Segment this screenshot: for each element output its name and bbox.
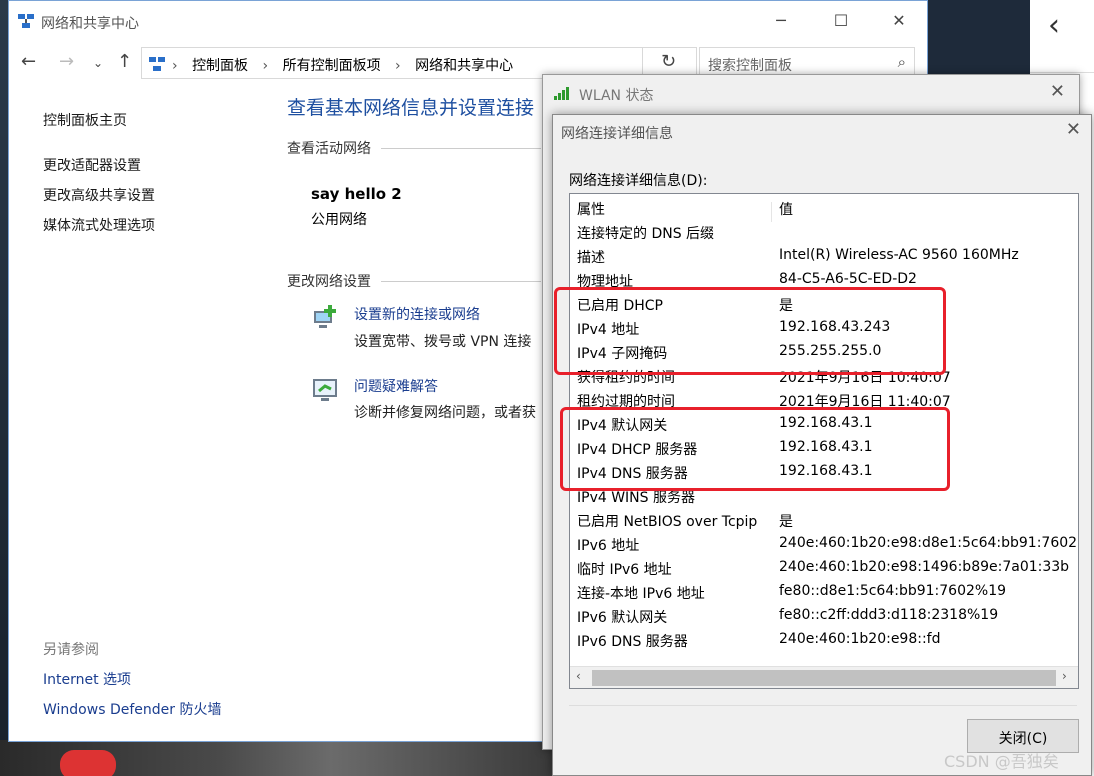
breadcrumb-current[interactable]: 网络和共享中心 xyxy=(415,58,513,74)
divider xyxy=(1030,72,1094,73)
property-name: 连接-本地 IPv6 地址 xyxy=(577,586,705,602)
divider xyxy=(381,281,541,282)
active-networks-heading: 查看活动网络 xyxy=(287,141,371,157)
new-connection-icon xyxy=(314,305,336,328)
horizontal-scrollbar[interactable]: ‹ › xyxy=(570,666,1078,688)
table-row[interactable]: 描述 Intel(R) Wireless-AC 9560 160MHz xyxy=(570,244,1078,268)
network-icon xyxy=(18,14,34,28)
property-name: IPv6 地址 xyxy=(577,538,640,554)
chevron-right-icon: › xyxy=(172,58,178,74)
divider xyxy=(569,705,1077,706)
internet-options-link[interactable]: Internet 选项 xyxy=(43,669,131,689)
property-name: 临时 IPv6 地址 xyxy=(577,562,672,578)
property-value: 240e:460:1b20:e98:1496:b89e:7a01:33b xyxy=(779,559,1070,575)
sidebar-item-adapter-settings[interactable]: 更改适配器设置 xyxy=(43,155,141,175)
property-value: Intel(R) Wireless-AC 9560 160MHz xyxy=(779,247,1019,263)
troubleshoot-link[interactable]: 问题疑难解答 xyxy=(354,376,438,396)
firewall-link[interactable]: Windows Defender 防火墙 xyxy=(43,699,221,719)
table-row[interactable]: IPv6 DNS 服务器 240e:460:1b20:e98::fd xyxy=(570,628,1078,652)
list-header: 属性 值 xyxy=(570,196,1078,222)
property-value: 240e:460:1b20:e98::fd xyxy=(779,631,941,647)
divider xyxy=(381,148,541,149)
titlebar: 网络和共享中心 ─ ☐ ✕ xyxy=(9,1,927,41)
setup-connection-link[interactable]: 设置新的连接或网络 xyxy=(354,304,480,324)
close-icon[interactable]: ✕ xyxy=(885,11,913,30)
dialog-title: 网络连接详细信息 xyxy=(561,126,673,142)
property-value: fe80::c2ff:ddd3:d118:2318%19 xyxy=(779,607,999,623)
breadcrumb: › 控制面板 › 所有控制面板项 › 网络和共享中心 xyxy=(172,55,523,75)
close-icon[interactable]: ✕ xyxy=(1066,119,1081,140)
page-title: 查看基本网络信息并设置连接 xyxy=(287,97,535,119)
table-row[interactable]: 临时 IPv6 地址 240e:460:1b20:e98:1496:b89e:7a… xyxy=(570,556,1078,580)
scroll-left-icon[interactable]: ‹ xyxy=(576,669,581,683)
watermark: CSDN @吾独矣 xyxy=(944,752,1059,771)
table-row[interactable]: IPv6 默认网关 fe80::c2ff:ddd3:d118:2318%19 xyxy=(570,604,1078,628)
wifi-signal-icon xyxy=(554,87,569,100)
column-separator[interactable] xyxy=(771,202,772,222)
setup-connection-desc: 设置宽带、拨号或 VPN 连接 xyxy=(354,334,532,350)
taskbar xyxy=(0,740,552,776)
property-value: fe80::d8e1:5c64:bb91:7602%19 xyxy=(779,583,1007,599)
up-arrow-icon[interactable]: ↑ xyxy=(117,51,132,72)
troubleshoot-icon xyxy=(313,379,337,401)
property-value: 84-C5-A6-5C-ED-D2 xyxy=(779,271,917,287)
property-name: 描述 xyxy=(577,250,605,266)
change-settings-heading: 更改网络设置 xyxy=(287,274,371,290)
see-also-heading: 另请参阅 xyxy=(43,642,99,658)
minimize-icon[interactable]: ─ xyxy=(767,11,795,30)
wlan-window-title: WLAN 状态 xyxy=(579,88,654,104)
window-title: 网络和共享中心 xyxy=(41,16,139,32)
scroll-right-icon[interactable]: › xyxy=(1062,669,1067,683)
chevron-right-icon[interactable]: › xyxy=(395,58,401,74)
sidebar-home-link[interactable]: 控制面板主页 xyxy=(43,110,127,130)
forward-arrow-icon[interactable]: → xyxy=(59,51,74,72)
desktop-background xyxy=(0,0,8,776)
taskbar-app-icon[interactable] xyxy=(60,750,116,776)
column-header-value[interactable]: 值 xyxy=(779,199,793,219)
property-name: 已启用 NetBIOS over Tcpip xyxy=(577,514,758,530)
details-label: 网络连接详细信息(D): xyxy=(569,173,708,189)
network-icon xyxy=(149,57,165,71)
highlight-box-dhcp-ipv4 xyxy=(554,287,946,375)
property-name: 连接特定的 DNS 后缀 xyxy=(577,226,715,242)
troubleshoot-desc: 诊断并修复网络问题，或者获 xyxy=(354,405,536,421)
property-value: 240e:460:1b20:e98:d8e1:5c64:bb91:7602 xyxy=(779,535,1078,551)
property-name: IPv6 默认网关 xyxy=(577,610,668,626)
search-icon[interactable]: ⌕ xyxy=(898,53,906,71)
back-arrow-icon[interactable]: ← xyxy=(21,51,36,72)
property-name: IPv6 DNS 服务器 xyxy=(577,634,688,650)
close-icon[interactable]: ✕ xyxy=(1050,81,1065,102)
table-row[interactable]: 连接-本地 IPv6 地址 fe80::d8e1:5c64:bb91:7602%1… xyxy=(570,580,1078,604)
back-chevron-icon[interactable]: ‹ xyxy=(1048,8,1060,43)
table-row[interactable]: IPv6 地址 240e:460:1b20:e98:d8e1:5c64:bb91:… xyxy=(570,532,1078,556)
sidebar-item-advanced-sharing[interactable]: 更改高级共享设置 xyxy=(43,185,155,205)
network-name: say hello 2 xyxy=(311,185,402,203)
recent-dropdown-icon[interactable]: ⌄ xyxy=(93,56,103,70)
property-value: 是 xyxy=(779,514,793,530)
table-row[interactable]: 连接特定的 DNS 后缀 xyxy=(570,220,1078,244)
maximize-icon[interactable]: ☐ xyxy=(827,11,855,30)
breadcrumb-all-items[interactable]: 所有控制面板项 xyxy=(283,58,381,74)
scrollbar-thumb[interactable] xyxy=(592,670,1056,686)
search-placeholder: 搜索控制面板 xyxy=(708,58,792,74)
column-header-property[interactable]: 属性 xyxy=(577,199,605,219)
chevron-right-icon[interactable]: › xyxy=(263,58,269,74)
table-row[interactable]: 已启用 NetBIOS over Tcpip 是 xyxy=(570,508,1078,532)
network-type: 公用网络 xyxy=(311,212,367,228)
highlight-box-gateway-dns xyxy=(560,407,950,491)
breadcrumb-control-panel[interactable]: 控制面板 xyxy=(192,58,248,74)
sidebar-item-media-streaming[interactable]: 媒体流式处理选项 xyxy=(43,215,155,235)
